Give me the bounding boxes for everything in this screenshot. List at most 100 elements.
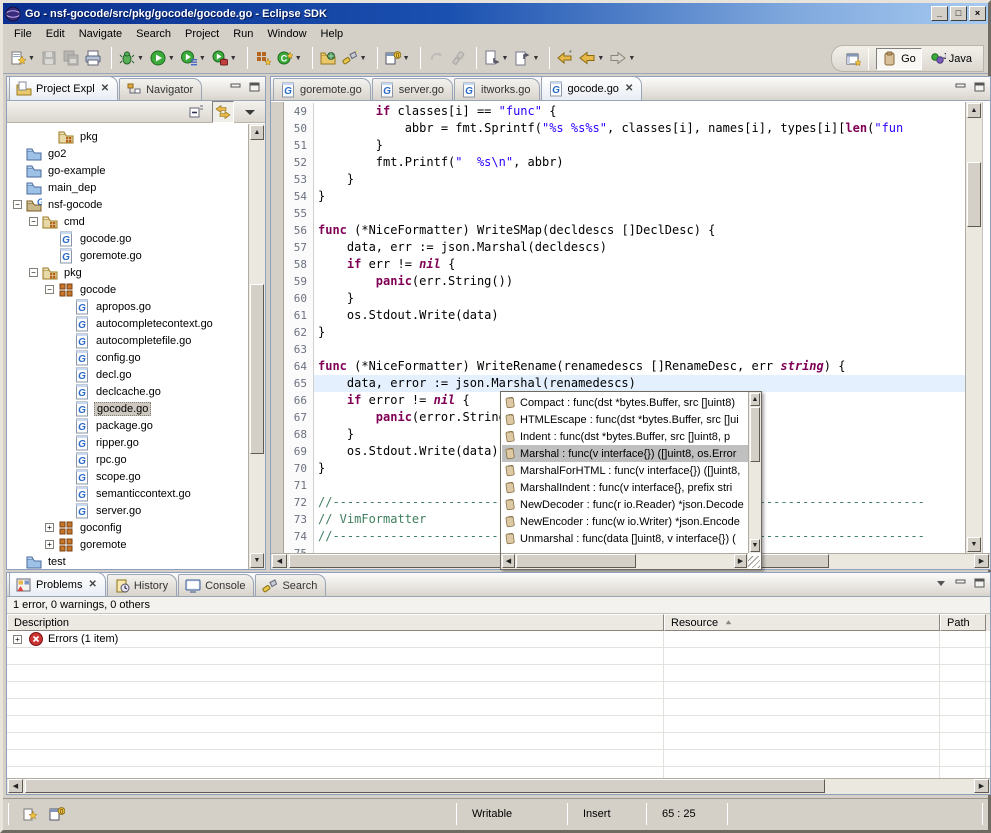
dropdown-arrow-icon[interactable]: ▼ <box>28 55 35 62</box>
tree-item-goremote[interactable]: +goremote <box>7 536 248 553</box>
column-header-resource[interactable]: Resource <box>664 614 940 631</box>
run-button[interactable]: ▼ <box>147 47 178 69</box>
link-editor-button[interactable] <box>212 101 234 123</box>
popup-horizontal-scrollbar[interactable]: ◀ ▶ <box>501 553 748 569</box>
column-header-description[interactable]: Description <box>7 614 664 631</box>
line-text[interactable]: } <box>314 188 965 205</box>
dropdown-arrow-icon[interactable]: ▼ <box>597 55 604 62</box>
last-edit-location-button[interactable]: * <box>554 47 576 69</box>
tree-item-server-go[interactable]: Gserver.go <box>7 502 248 519</box>
dropdown-arrow-icon[interactable]: ▼ <box>532 55 539 62</box>
editor-tab-server-go[interactable]: Gserver.go <box>372 78 453 100</box>
collapse-icon[interactable]: − <box>29 217 38 226</box>
dropdown-arrow-icon[interactable]: ▼ <box>168 55 175 62</box>
menu-file[interactable]: File <box>7 26 39 42</box>
tree-item-rpc-go[interactable]: Grpc.go <box>7 451 248 468</box>
code-line-60[interactable]: 60 } <box>284 290 965 307</box>
code-line-58[interactable]: 58 if err != nil { <box>284 256 965 273</box>
code-line-52[interactable]: 52 fmt.Printf(" %s\n", abbr) <box>284 154 965 171</box>
code-line-55[interactable]: 55 <box>284 205 965 222</box>
editor-tab-gocode-go[interactable]: Ggocode.go✕ <box>541 76 643 100</box>
line-text[interactable]: if classes[i] == "func" { <box>314 103 965 120</box>
editor-vertical-scrollbar[interactable]: ▲ ▼ <box>965 102 982 553</box>
tree-item-semanticcontext-go[interactable]: Gsemanticcontext.go <box>7 485 248 502</box>
tree-item-autocompletecontext-go[interactable]: Gautocompletecontext.go <box>7 315 248 332</box>
line-text[interactable]: } <box>314 171 965 188</box>
minimize-button[interactable]: _ <box>931 6 948 21</box>
scroll-left-icon[interactable]: ◀ <box>8 779 23 793</box>
scroll-up-icon[interactable]: ▲ <box>250 125 264 140</box>
maximize-view-icon[interactable] <box>972 576 987 589</box>
tree-item-gocode-go[interactable]: Ggocode.go <box>7 230 248 247</box>
minimize-editor-icon[interactable] <box>953 80 968 93</box>
minimize-view-icon[interactable] <box>228 80 243 93</box>
close-tab-icon[interactable]: ✕ <box>625 83 633 94</box>
collapse-all-button[interactable] <box>185 101 207 123</box>
line-text[interactable]: } <box>314 290 965 307</box>
new-wizard-small-button[interactable] <box>18 803 40 825</box>
explorer-tab-project-expl[interactable]: Project Expl✕ <box>9 76 118 100</box>
new-package-button[interactable] <box>252 47 274 69</box>
completion-proposal[interactable]: MarshalForHTML : func(v interface{}) ([]… <box>502 462 748 479</box>
scroll-thumb[interactable] <box>516 554 636 568</box>
problems-row-errors[interactable]: +Errors (1 item) <box>7 631 990 648</box>
scroll-down-icon[interactable]: ▼ <box>967 537 981 552</box>
line-text[interactable]: } <box>314 137 965 154</box>
code-line-61[interactable]: 61 os.Stdout.Write(data) <box>284 307 965 324</box>
new-wizard-button[interactable]: ▼ <box>7 47 38 69</box>
completion-proposal[interactable]: Indent : func(dst *bytes.Buffer, src []u… <box>502 428 748 445</box>
new-class-button[interactable]: C▼ <box>274 47 305 69</box>
menu-navigate[interactable]: Navigate <box>72 26 129 42</box>
code-line-62[interactable]: 62} <box>284 324 965 341</box>
completion-proposal[interactable]: Marshal : func(v interface{}) ([]uint8, … <box>502 445 748 462</box>
completion-proposal[interactable]: Compact : func(dst *bytes.Buffer, src []… <box>502 394 748 411</box>
line-text[interactable] <box>314 205 965 222</box>
menu-edit[interactable]: Edit <box>39 26 72 42</box>
dropdown-arrow-icon[interactable]: ▼ <box>295 55 302 62</box>
debug-button[interactable]: ▼ <box>116 47 147 69</box>
search-flashlight-button[interactable]: ▼ <box>339 47 370 69</box>
code-line-53[interactable]: 53 } <box>284 171 965 188</box>
code-line-65[interactable]: 65 data, error := json.Marshal(renamedes… <box>284 375 965 392</box>
line-text[interactable]: panic(err.String()) <box>314 273 965 290</box>
editor-tab-goremote-go[interactable]: Ggoremote.go <box>273 78 371 100</box>
perspective-go-button[interactable]: Go <box>876 48 922 70</box>
scroll-down-icon[interactable]: ▼ <box>250 553 264 568</box>
tree-item-scope-go[interactable]: Gscope.go <box>7 468 248 485</box>
menu-help[interactable]: Help <box>314 26 351 42</box>
minimize-view-icon[interactable] <box>953 576 968 589</box>
dropdown-arrow-icon[interactable]: ▼ <box>403 55 410 62</box>
tree-item-decl-go[interactable]: Gdecl.go <box>7 366 248 383</box>
external-tools-button[interactable]: ▼ <box>209 47 240 69</box>
line-text[interactable]: func (*NiceFormatter) WriteRename(rename… <box>314 358 965 375</box>
menu-project[interactable]: Project <box>178 26 226 42</box>
maximize-button[interactable]: □ <box>950 6 967 21</box>
line-text[interactable] <box>314 341 965 358</box>
tree-item-ripper-go[interactable]: Gripper.go <box>7 434 248 451</box>
expand-icon[interactable]: + <box>45 540 54 549</box>
menu-search[interactable]: Search <box>129 26 178 42</box>
tree-item-pkg[interactable]: −pkg <box>7 264 248 281</box>
scroll-thumb[interactable] <box>250 284 264 454</box>
maximize-editor-icon[interactable] <box>972 80 987 93</box>
line-text[interactable]: func (*NiceFormatter) WriteSMap(decldesc… <box>314 222 965 239</box>
close-tab-icon[interactable]: ✕ <box>101 83 109 94</box>
view-menu-icon[interactable] <box>934 576 949 589</box>
completion-proposal[interactable]: HTMLEscape : func(dst *bytes.Buffer, src… <box>502 411 748 428</box>
problems-horizontal-scrollbar[interactable]: ◀ ▶ <box>7 778 990 794</box>
tree-item-goconfig[interactable]: +goconfig <box>7 519 248 536</box>
scroll-left-icon[interactable]: ◀ <box>502 554 515 568</box>
back-button[interactable]: ▼ <box>576 47 607 69</box>
code-line-51[interactable]: 51 } <box>284 137 965 154</box>
tree-item-pkg[interactable]: pkg <box>7 128 248 145</box>
expand-icon[interactable]: + <box>45 523 54 532</box>
code-line-50[interactable]: 50 abbr = fmt.Sprintf("%s %s%s", classes… <box>284 120 965 137</box>
popup-resize-grip[interactable] <box>748 556 760 568</box>
bottom-tab-search[interactable]: Search <box>255 574 326 596</box>
line-text[interactable]: data, error := json.Marshal(renamedescs) <box>314 375 965 392</box>
code-line-54[interactable]: 54} <box>284 188 965 205</box>
dropdown-arrow-icon[interactable]: ▼ <box>137 55 144 62</box>
dropdown-arrow-icon[interactable]: ▼ <box>502 55 509 62</box>
tree-item-goremote-go[interactable]: Ggoremote.go <box>7 247 248 264</box>
scroll-thumb[interactable] <box>25 779 825 793</box>
